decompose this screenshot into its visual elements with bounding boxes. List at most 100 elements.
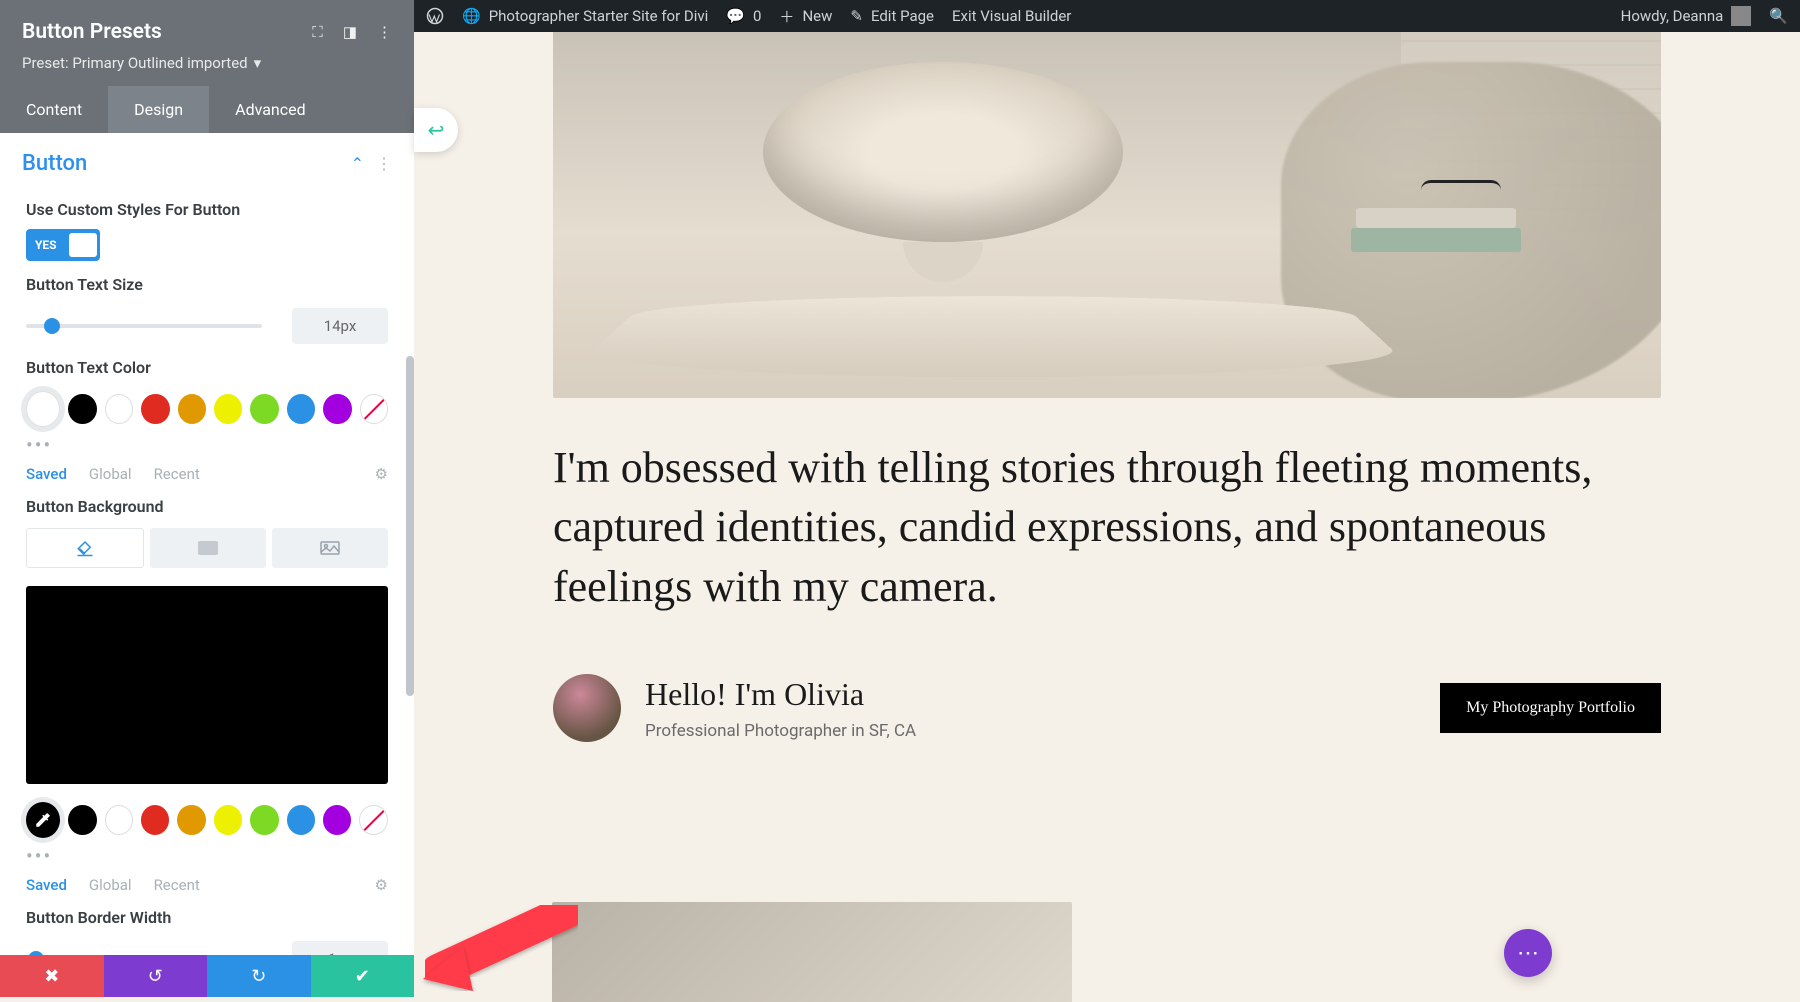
author-avatar (553, 674, 621, 742)
swatch-tab-saved[interactable]: Saved (26, 465, 67, 483)
toggle-knob (69, 233, 97, 257)
exit-builder-link[interactable]: Exit Visual Builder (952, 7, 1071, 25)
text-color-swatches (26, 391, 388, 427)
new-label: New (802, 7, 832, 25)
bg-preview[interactable] (26, 586, 388, 784)
bg-swatch-red[interactable] (141, 805, 169, 835)
swatch-green[interactable] (250, 394, 278, 424)
bg-swatch-tab-recent[interactable]: Recent (154, 876, 200, 894)
bg-swatch-yellow[interactable] (214, 805, 242, 835)
bg-swatch-tab-global[interactable]: Global (89, 876, 132, 894)
label-text-size: Button Text Size (26, 275, 388, 294)
swatch-none[interactable] (360, 394, 389, 424)
swatch-black[interactable] (68, 394, 96, 424)
swatch-orange[interactable] (178, 394, 206, 424)
lower-image (552, 902, 1072, 1002)
toggle-custom-styles[interactable]: YES (26, 229, 100, 261)
redo-button[interactable]: ↻ (207, 955, 311, 997)
save-button[interactable]: ✔ (311, 955, 415, 997)
sidebar-header: Button Presets ⛶ ◨ ⋮ Preset: Primary Out… (0, 0, 414, 86)
section-more-icon[interactable]: ⋮ (376, 154, 392, 173)
swatch-more-icon[interactable]: ••• (26, 433, 388, 457)
slider-text-size[interactable] (26, 324, 262, 328)
bg-type-image[interactable] (272, 528, 388, 568)
dock-icon[interactable]: ◨ (343, 23, 357, 41)
hero-image (553, 32, 1661, 398)
author-row: Hello! I'm Olivia Professional Photograp… (553, 674, 1661, 742)
swatch-tab-recent[interactable]: Recent (154, 465, 200, 483)
new-link[interactable]: ＋ New (779, 6, 832, 27)
bg-swatch-tabs: Saved Global Recent ⚙ (26, 876, 388, 894)
cancel-button[interactable]: ✖ (0, 955, 104, 997)
comments-link[interactable]: 💬 0 (726, 7, 761, 25)
chevron-down-icon: ▾ (254, 54, 262, 72)
input-text-size[interactable] (292, 308, 388, 344)
headline: I'm obsessed with telling stories throug… (553, 438, 1661, 616)
swatch-yellow[interactable] (214, 394, 242, 424)
tab-design[interactable]: Design (108, 86, 209, 133)
howdy-label: Howdy, Deanna (1621, 7, 1724, 25)
swatch-white[interactable] (105, 394, 134, 424)
bg-swatch-none[interactable] (359, 805, 388, 835)
footer-bar: ✖ ↺ ↻ ✔ (0, 955, 414, 997)
gear-icon[interactable]: ⚙ (375, 465, 388, 483)
bg-type-gradient[interactable] (150, 528, 266, 568)
bg-swatch-green[interactable] (250, 805, 278, 835)
author-subtitle: Professional Photographer in SF, CA (645, 721, 916, 741)
page-canvas: 🌐 Photographer Starter Site for Divi 💬 0… (414, 0, 1800, 997)
more-icon[interactable]: ⋮ (377, 23, 392, 41)
bg-gear-icon[interactable]: ⚙ (375, 876, 388, 894)
toggle-yes-label: YES (35, 238, 57, 252)
preset-selector[interactable]: Preset: Primary Outlined imported ▾ (22, 54, 392, 72)
swatch-red[interactable] (141, 394, 169, 424)
swatch-tab-global[interactable]: Global (89, 465, 132, 483)
swatch-tabs: Saved Global Recent ⚙ (26, 465, 388, 483)
bg-color-swatches (26, 802, 388, 838)
edit-page-link[interactable]: ✎ Edit Page (850, 7, 934, 25)
eyedropper-icon[interactable] (26, 802, 60, 838)
bg-swatch-purple[interactable] (323, 805, 351, 835)
panel-drag-handle[interactable]: ↩ (414, 108, 458, 152)
content-wrap: I'm obsessed with telling stories throug… (553, 438, 1661, 742)
comments-count: 0 (753, 7, 761, 25)
search-icon[interactable]: 🔍 (1769, 7, 1788, 25)
slider-thumb-border[interactable] (28, 951, 44, 955)
focus-icon[interactable]: ⛶ (312, 23, 323, 41)
bg-swatch-white[interactable] (105, 805, 134, 835)
swatch-current[interactable] (26, 391, 60, 427)
wp-admin-bar: 🌐 Photographer Starter Site for Divi 💬 0… (414, 0, 1800, 32)
preset-label: Preset: Primary Outlined imported (22, 54, 248, 72)
bg-swatch-blue[interactable] (287, 805, 315, 835)
edit-label: Edit Page (871, 7, 934, 25)
section-title[interactable]: Button (22, 151, 87, 176)
bg-swatch-more-icon[interactable]: ••• (26, 844, 388, 868)
site-link[interactable]: 🌐 Photographer Starter Site for Divi (462, 7, 708, 25)
label-text-color: Button Text Color (26, 358, 388, 377)
section-header: Button ⌃ ⋮ (0, 133, 414, 186)
bg-swatch-black[interactable] (68, 805, 96, 835)
divi-fab[interactable]: ⋯ (1504, 929, 1552, 977)
bg-type-color[interactable] (26, 528, 144, 568)
tab-content[interactable]: Content (0, 86, 108, 133)
slider-thumb[interactable] (44, 318, 60, 334)
swatch-blue[interactable] (287, 394, 315, 424)
bg-swatch-tab-saved[interactable]: Saved (26, 876, 67, 894)
avatar-icon (1731, 6, 1751, 26)
scrollbar[interactable] (406, 356, 414, 696)
howdy-link[interactable]: Howdy, Deanna (1621, 6, 1752, 26)
settings-sidebar: Button Presets ⛶ ◨ ⋮ Preset: Primary Out… (0, 0, 414, 997)
panel-body: Use Custom Styles For Button YES Button … (0, 186, 414, 955)
collapse-icon[interactable]: ⌃ (351, 154, 364, 173)
wp-logo-icon[interactable] (426, 7, 444, 25)
label-custom-styles: Use Custom Styles For Button (26, 200, 388, 219)
input-border-width[interactable] (292, 941, 388, 955)
portfolio-button[interactable]: My Photography Portfolio (1440, 683, 1661, 733)
tab-advanced[interactable]: Advanced (209, 86, 332, 133)
swatch-purple[interactable] (323, 394, 351, 424)
label-border-width: Button Border Width (26, 908, 388, 927)
author-name: Hello! I'm Olivia (645, 676, 916, 713)
bg-type-row (26, 528, 388, 568)
site-name: Photographer Starter Site for Divi (489, 7, 709, 25)
bg-swatch-orange[interactable] (177, 805, 205, 835)
undo-button[interactable]: ↺ (104, 955, 208, 997)
